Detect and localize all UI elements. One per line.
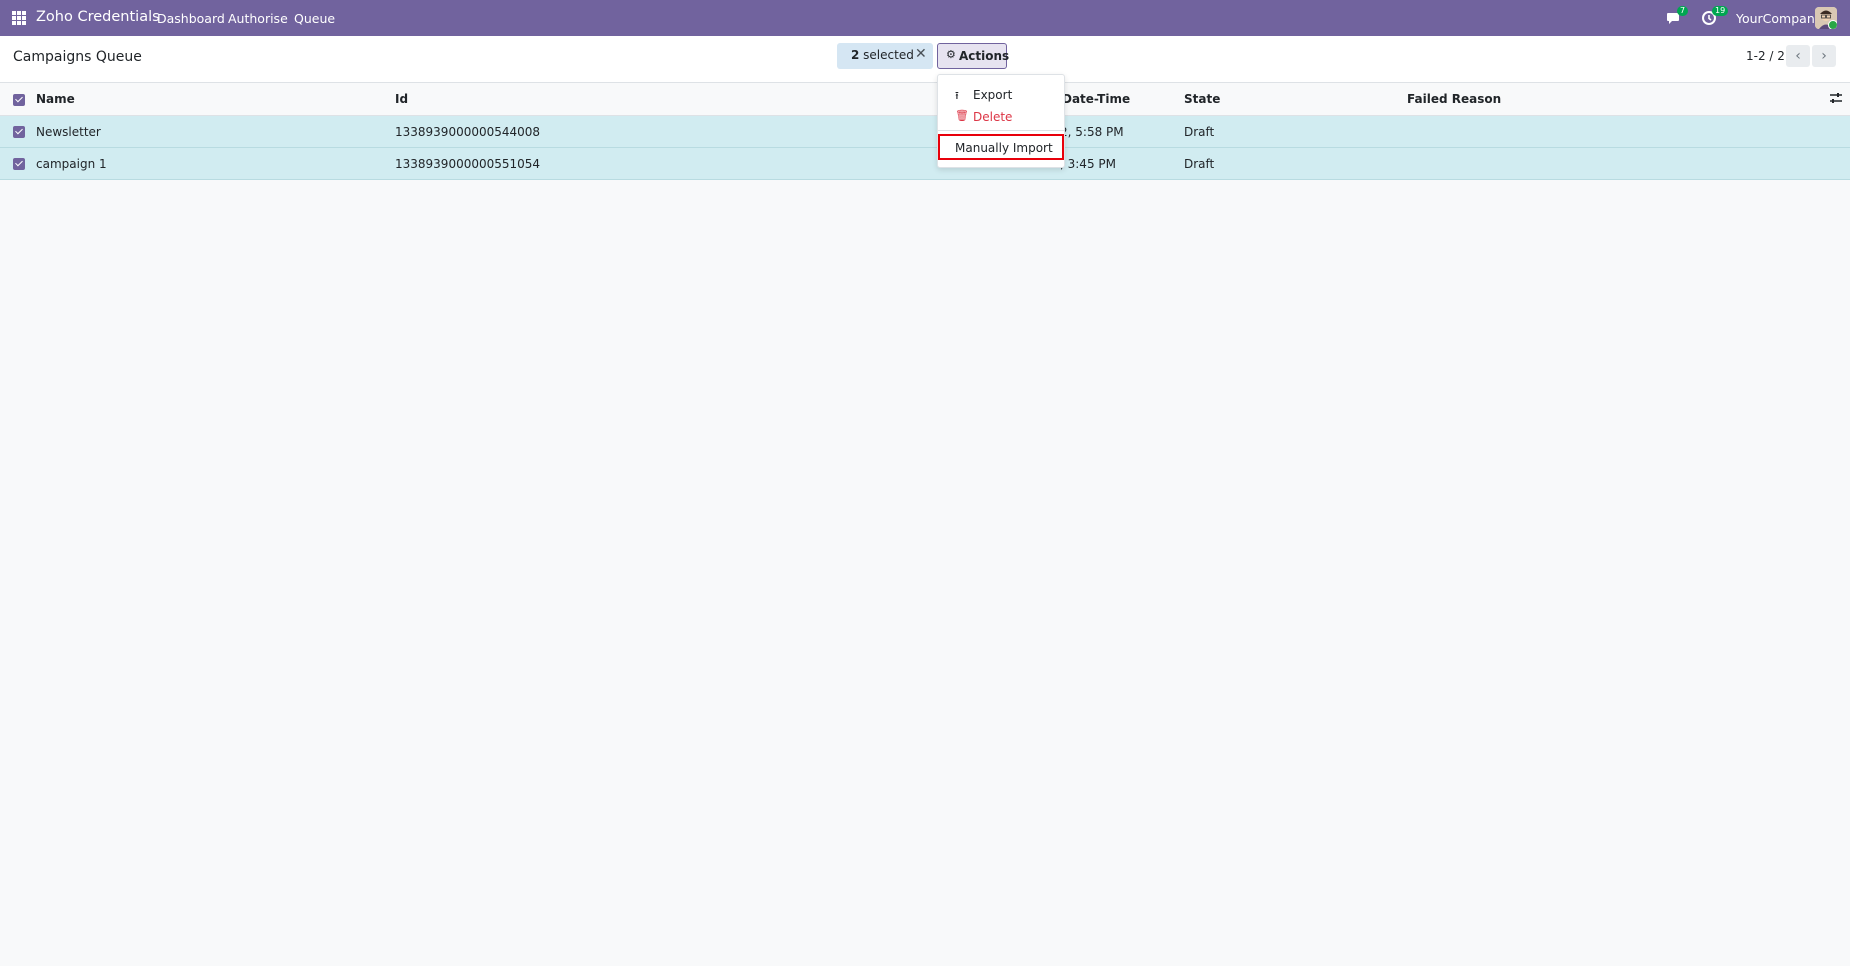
pager-value[interactable]: 1-2 / 2 [1746, 49, 1785, 63]
messages-icon[interactable]: 7 [1666, 6, 1689, 27]
list-header: Name Id Date-Time State Failed Reason [0, 83, 1850, 116]
clear-selection-close-icon[interactable]: ✕ [915, 46, 927, 62]
menu-item-delete-label: Delete [973, 110, 1013, 124]
page-title: Campaigns Queue [13, 49, 142, 65]
selected-label: selected [859, 48, 914, 62]
cell-datetime: , 3:45 PM [1060, 157, 1116, 171]
cell-name: Newsletter [36, 125, 101, 139]
column-header-state[interactable]: State [1184, 92, 1220, 106]
row-checkbox[interactable] [13, 126, 25, 138]
menu-authorise[interactable]: Authorise [228, 11, 288, 26]
messages-badge: 7 [1677, 6, 1689, 16]
select-all-checkbox[interactable] [13, 94, 25, 106]
menu-queue[interactable]: Queue [294, 11, 335, 26]
actions-label: Actions [959, 49, 1010, 63]
optional-columns-sliders-icon[interactable] [1829, 92, 1843, 104]
column-header-name[interactable]: Name [36, 92, 75, 106]
menu-dashboard[interactable]: Dashboard [157, 11, 225, 26]
cell-id: 1338939000000551054 [395, 157, 541, 171]
cell-name: campaign 1 [36, 157, 107, 171]
row-checkbox[interactable] [13, 158, 25, 170]
activities-badge: 19 [1712, 6, 1729, 16]
selection-indicator: 2 selected ✕ [837, 43, 933, 69]
cell-state: Draft [1184, 125, 1215, 139]
menu-item-delete[interactable]: 🗑 Delete [938, 106, 1064, 128]
table-row[interactable]: campaign 1 1338939000000551054 , 3:45 PM… [0, 148, 1850, 180]
apps-grid-icon[interactable] [12, 11, 27, 26]
online-status-icon [1828, 20, 1837, 29]
table-row[interactable]: Newsletter 1338939000000544008 2, 5:58 P… [0, 116, 1850, 148]
pager-next-chevron-right-icon[interactable]: › [1812, 45, 1836, 67]
trash-icon: 🗑 [955, 109, 969, 122]
control-panel: Campaigns Queue 2 selected ✕ ⚙ Actions 1… [0, 36, 1850, 83]
activities-clock-icon[interactable]: 19 [1701, 6, 1729, 27]
column-header-failed-reason[interactable]: Failed Reason [1407, 92, 1501, 106]
upload-export-icon: ⭱ [955, 89, 959, 102]
company-switcher[interactable]: YourCompany [1736, 11, 1822, 26]
menu-item-export[interactable]: ⭱ Export [938, 84, 1064, 106]
user-avatar[interactable] [1815, 7, 1837, 29]
pager-previous-chevron-left-icon[interactable]: ‹ [1786, 45, 1810, 67]
gear-icon: ⚙ [946, 48, 956, 61]
column-header-datetime[interactable]: Date-Time [1062, 92, 1130, 106]
cell-state: Draft [1184, 157, 1215, 171]
menu-item-manually-import[interactable]: Manually Import [938, 134, 1064, 160]
actions-button[interactable]: ⚙ Actions [937, 43, 1010, 69]
menu-divider [938, 130, 1064, 131]
menu-item-manually-import-label: Manually Import [955, 141, 1053, 155]
column-header-id[interactable]: Id [395, 92, 408, 106]
menu-item-export-label: Export [973, 88, 1013, 102]
cell-id: 1338939000000544008 [395, 125, 541, 139]
top-navbar: Zoho Credentials Dashboard Authorise Que… [0, 0, 1850, 36]
cell-datetime: 2, 5:58 PM [1060, 125, 1124, 139]
app-name[interactable]: Zoho Credentials [36, 9, 160, 25]
